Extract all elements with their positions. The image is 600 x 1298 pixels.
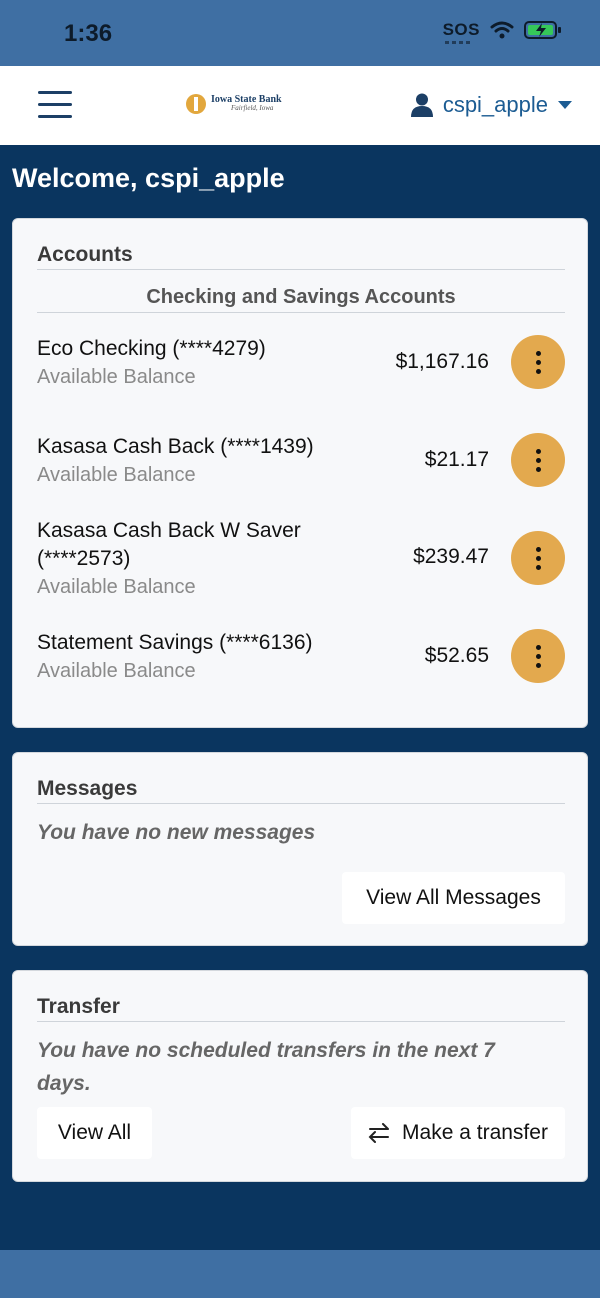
bank-name: Iowa State Bank [211,94,282,105]
bank-logo-text: Iowa State Bank Fairfield, Iowa [211,95,282,113]
messages-empty-text: You have no new messages [37,821,316,844]
bank-logo-mark [186,94,206,114]
hamburger-line [38,91,72,94]
account-row[interactable]: Kasasa Cash Back W Saver (****2573) Avai… [37,517,565,603]
account-balance: $239.47 [413,545,489,568]
caret-down-icon [558,100,572,109]
more-vertical-icon[interactable] [511,531,565,585]
messages-card: Messages You have no new messages View A… [12,752,588,946]
more-vertical-icon[interactable] [511,629,565,683]
transfer-card: Transfer You have no scheduled transfers… [12,970,588,1182]
status-icons: SOS [442,20,562,44]
account-row[interactable]: Kasasa Cash Back (****1439) Available Ba… [37,433,565,493]
account-balance-label: Available Balance [37,576,196,598]
divider [37,312,565,313]
transfer-empty-text: You have no scheduled transfers in the n… [37,1039,495,1062]
sos-label: SOS [442,20,480,39]
accounts-card: Accounts Checking and Savings Accounts E… [12,218,588,728]
transfer-empty-text-continued: days. [37,1072,91,1095]
view-all-transfers-button[interactable]: View All [37,1107,152,1159]
main-content: Welcome, cspi_apple Accounts Checking an… [0,145,600,1250]
username: cspi_apple [442,92,548,117]
more-vertical-icon[interactable] [511,433,565,487]
account-balance: $52.65 [424,644,489,667]
user-icon [410,93,433,117]
messages-title: Messages [37,777,138,800]
transfer-arrows-icon [368,1123,390,1143]
divider [37,803,565,804]
account-balance: $1,167.16 [395,350,489,373]
divider [37,269,565,270]
status-bar: 1:36 SOS [0,0,600,66]
sos-indicator: SOS [442,20,480,44]
bank-logo[interactable]: Iowa State Bank Fairfield, Iowa [186,94,282,114]
more-vertical-icon[interactable] [511,335,565,389]
hamburger-line [38,103,72,106]
hamburger-line [38,115,72,118]
account-row[interactable]: Statement Savings (****6136) Available B… [37,629,565,689]
divider [37,1021,565,1022]
hamburger-icon[interactable] [38,91,72,119]
make-transfer-label: Make a transfer [402,1121,548,1144]
bottom-bar [0,1250,600,1298]
bank-location: Fairfield, Iowa [231,104,274,112]
welcome-heading: Welcome, cspi_apple [12,163,285,193]
battery-charging-icon [524,21,561,39]
user-menu[interactable]: cspi_apple [410,92,572,118]
account-balance: $21.17 [424,448,489,471]
account-name: Kasasa Cash Back W Saver [37,519,301,542]
transfer-title: Transfer [37,995,120,1018]
accounts-title: Accounts [37,243,133,266]
wifi-icon [490,21,514,39]
account-row[interactable]: Eco Checking (****4279) Available Balanc… [37,335,565,395]
app-header: Iowa State Bank Fairfield, Iowa cspi_app… [0,66,600,145]
make-transfer-button[interactable]: Make a transfer [351,1107,565,1159]
signal-dots [444,41,473,44]
accounts-section-title: Checking and Savings Accounts [146,286,456,308]
status-time: 1:36 [64,20,113,47]
view-all-messages-button[interactable]: View All Messages [342,872,565,924]
